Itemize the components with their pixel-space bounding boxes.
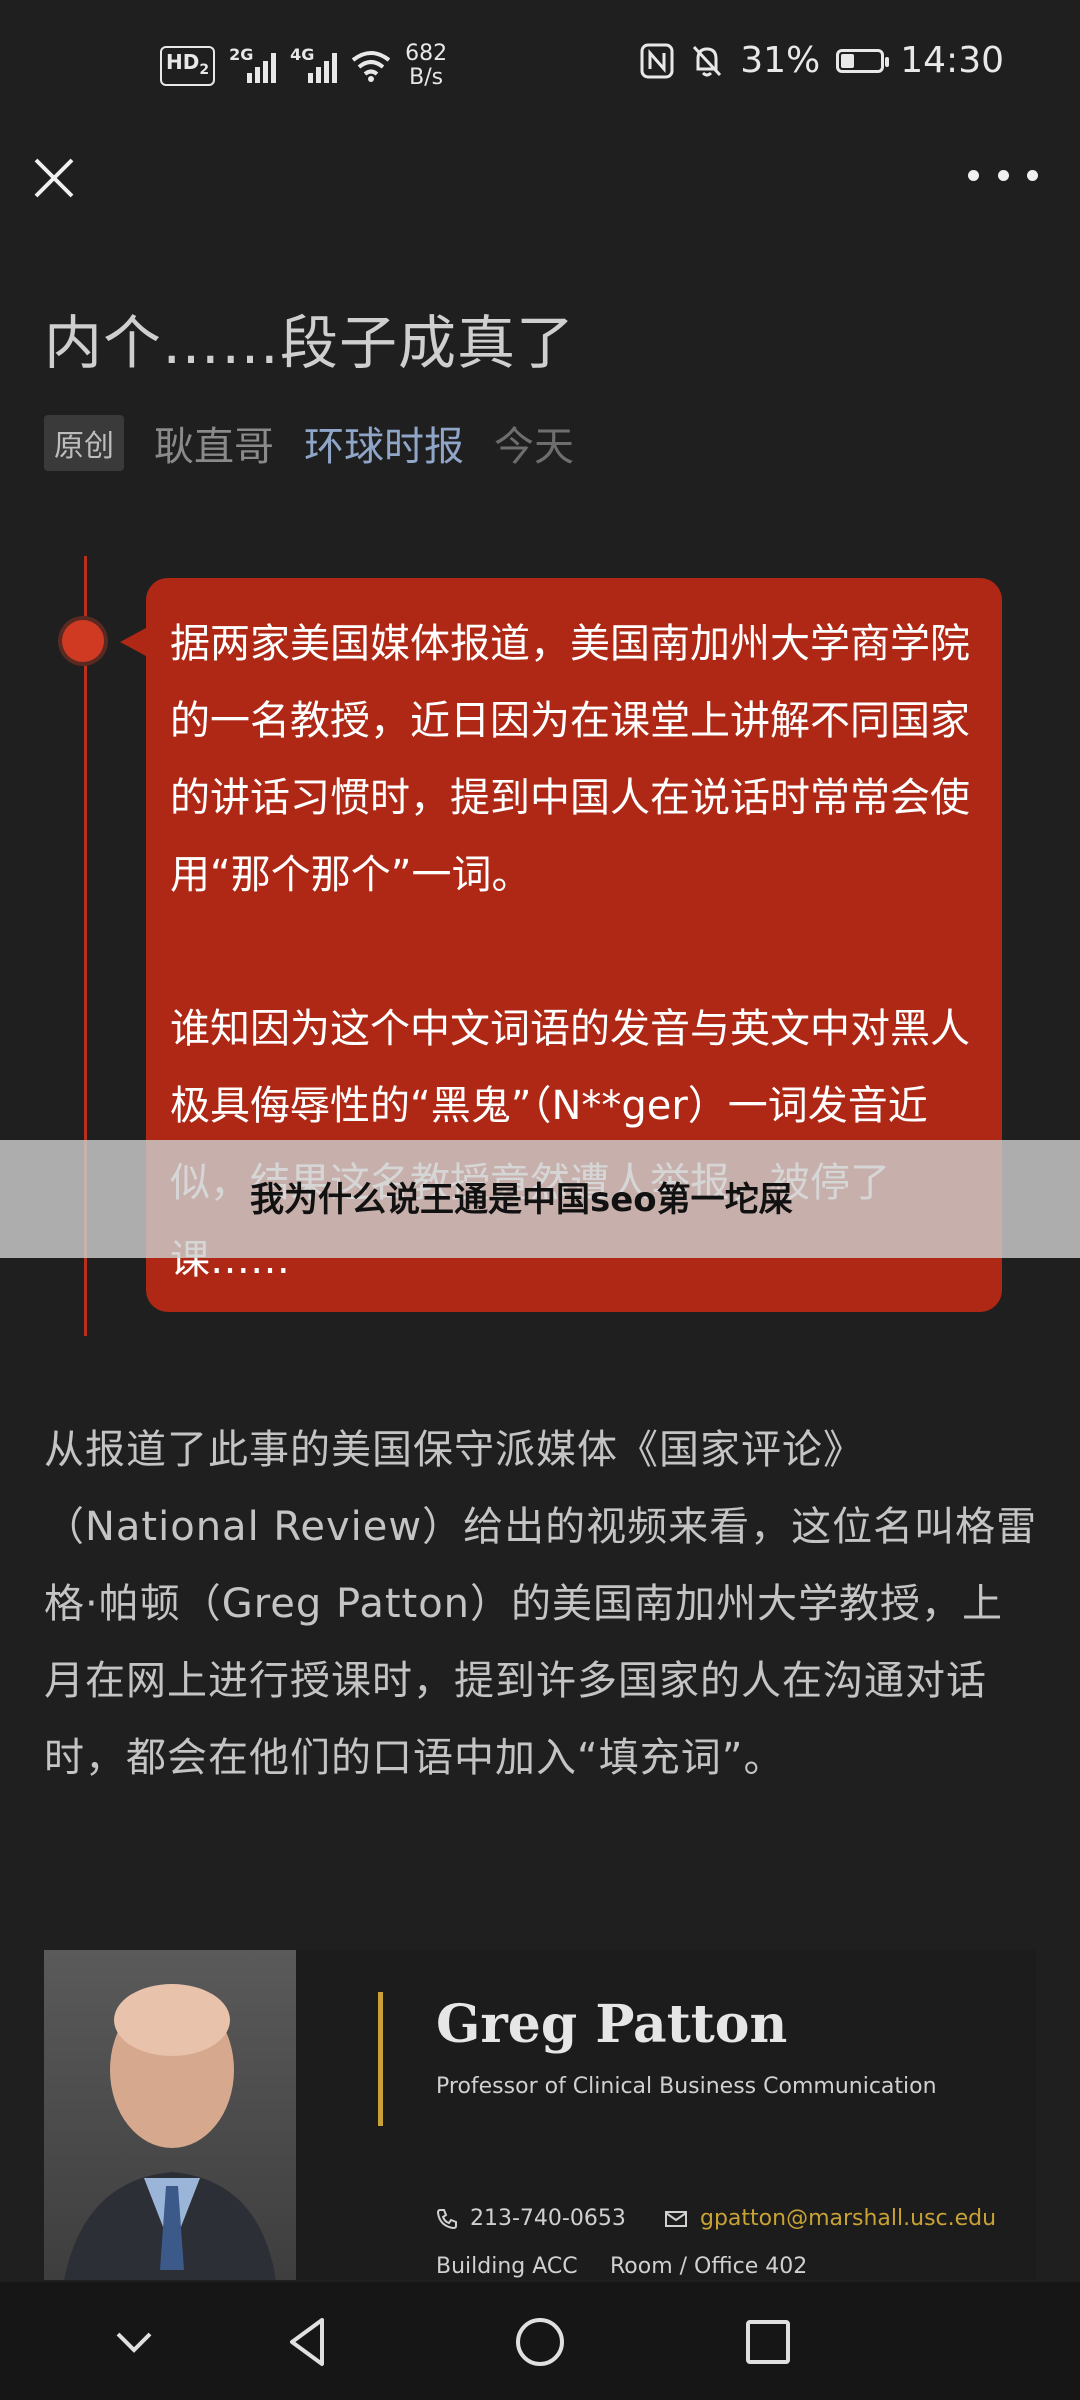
original-badge: 原创 [44,415,124,471]
more-icon-dot [1027,169,1038,181]
hd-badge: HD2 [160,46,216,86]
phone-icon [436,2208,457,2229]
battery-fill [841,53,855,68]
net-speed-value: 682 [405,41,448,66]
nav-recents-icon [746,2320,790,2364]
profile-email: gpatton@marshall.usc.edu [664,2206,996,2231]
status-bar: HD2 2G 4G 682 B/s 31% 14:30 [0,0,1080,140]
signal-4g-icon: 4G [290,45,338,83]
nav-collapse-button[interactable] [104,2312,164,2372]
signal-2g-icon: 2G [229,45,277,83]
account-link[interactable]: 环球时报 [304,414,464,472]
nav-back-button[interactable] [278,2312,338,2372]
clock: 14:30 [900,40,1004,81]
status-right: 31% 14:30 [640,40,1004,81]
status-left: HD2 2G 4G 682 B/s [160,42,447,90]
more-button[interactable] [968,160,1038,190]
gold-accent-bar [378,1992,383,2126]
navigation-bar [0,2282,1080,2400]
mail-icon [665,2210,687,2227]
article-meta: 原创 耿直哥 环球时报 今天 [44,414,574,472]
profile-name: Greg Patton [436,1994,788,2055]
net-speed-unit: B/s [409,65,444,90]
nav-home-button[interactable] [510,2312,570,2372]
battery-icon [836,48,890,73]
wifi-icon [351,51,391,82]
author-name: 耿直哥 [154,424,274,470]
nfc-icon [640,43,674,78]
article-title: 内个……段子成真了 [44,309,576,377]
publish-date: 今天 [494,424,574,470]
profile-phone: 213-740-0653 [436,2206,626,2231]
mute-bell-icon [693,45,722,76]
nav-home-icon [516,2318,564,2366]
quote-paragraph-1: 据两家美国媒体报道，美国南加州大学商学院的一名教授，近日因为在课堂上讲解不同国家… [170,621,970,898]
phone-number: 213-740-0653 [470,2206,626,2231]
timeline-dot [62,620,104,662]
battery-percent: 31% [740,40,821,81]
screen: HD2 2G 4G 682 B/s 31% 14:30 内个……段子成真了 原创… [0,0,1080,2400]
portrait-photo [44,1950,296,2280]
more-icon-dot [997,169,1009,181]
nav-collapse-icon [116,2332,152,2353]
profile-image[interactable]: Greg Patton Professor of Clinical Busine… [44,1950,1036,2280]
card-pointer [120,628,146,656]
nav-back-icon [290,2318,324,2366]
overlay-banner: 我为什么说王通是中国seo第一坨屎 [0,1140,1080,1258]
net-speed: 682 B/s [405,42,447,90]
profile-room: Room / Office 402 [610,2254,808,2279]
profile-role: Professor of Clinical Business Communica… [436,2074,937,2099]
portrait-figure [64,1984,276,2280]
nav-recents-button[interactable] [738,2312,798,2372]
email-address: gpatton@marshall.usc.edu [700,2206,997,2231]
more-icon-dot [968,169,979,181]
overlay-caption: 我为什么说王通是中国seo第一坨屎 [250,1180,793,1220]
close-icon [34,158,74,198]
profile-building: Building ACC [436,2254,578,2279]
close-button[interactable] [26,150,82,206]
body-paragraph: 从报道了此事的美国保守派媒体《国家评论》（National Review）给出的… [44,1427,1038,1781]
